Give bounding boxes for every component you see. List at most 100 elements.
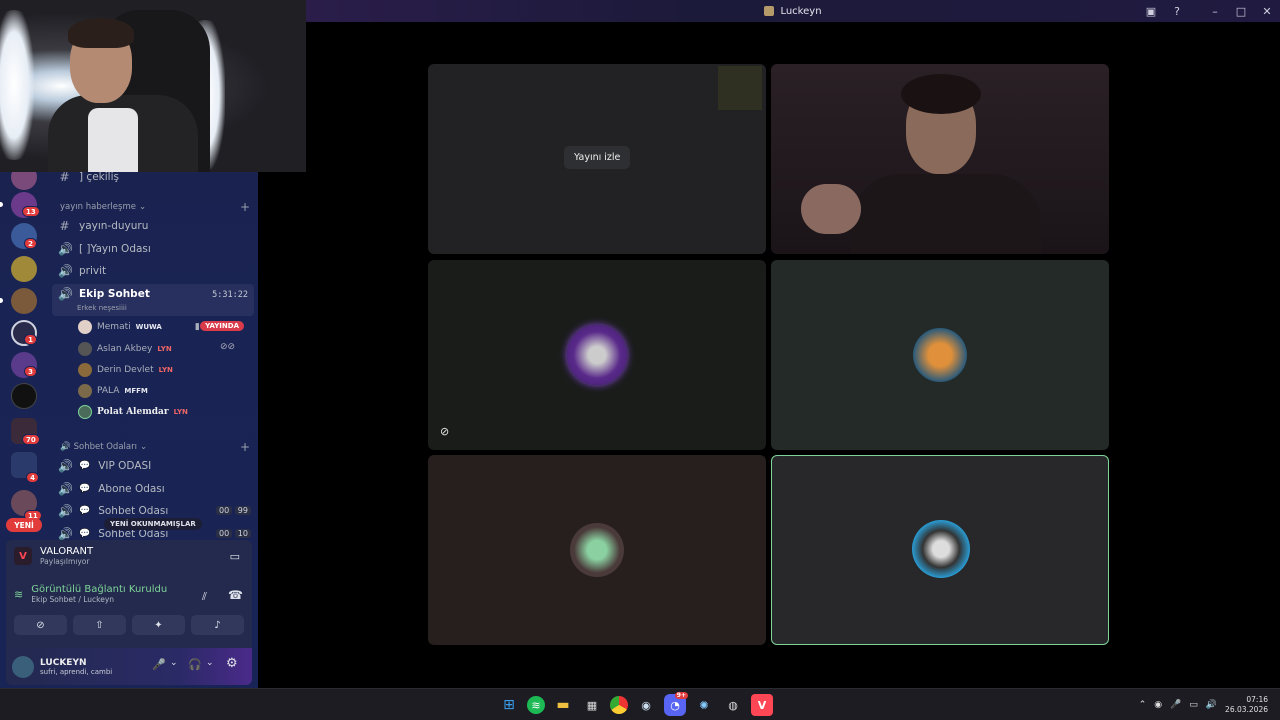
chrome-icon[interactable] xyxy=(610,696,628,714)
signal-icon: ≋ xyxy=(14,587,24,601)
voice-user-name: PALA xyxy=(97,386,120,396)
headphones-icon[interactable]: 🎧 xyxy=(188,658,202,671)
avatar xyxy=(78,363,92,377)
help-icon[interactable]: ? xyxy=(1164,0,1190,22)
system-tray: ⌃ ◉ 🎤 ▭ 🔊 07:16 26.03.2026 xyxy=(1139,689,1268,720)
maximize-icon[interactable]: □ xyxy=(1228,0,1254,22)
steam-icon[interactable]: ◉ xyxy=(635,694,657,716)
discord-icon[interactable]: ◔ 9+ xyxy=(664,692,688,716)
unread-pill xyxy=(0,202,3,207)
steam-tray-icon[interactable]: ◉ xyxy=(1154,700,1162,710)
add-channel-icon[interactable]: + xyxy=(240,440,250,454)
channel-label: [ ]Yayın Odası xyxy=(79,243,151,255)
soundboard-button[interactable]: ♪ xyxy=(191,615,244,635)
channel-vip[interactable]: 🔊 💬 VIP ODASI xyxy=(58,457,253,475)
channel-yayin-odasi[interactable]: 🔊 [ ]Yayın Odası xyxy=(58,240,253,258)
user-status: sufri, aprendi, cambi xyxy=(40,667,113,676)
channel-label: ] çekiliş xyxy=(79,171,119,183)
server-icon[interactable] xyxy=(11,256,37,282)
watch-stream-button[interactable]: Yayını izle xyxy=(564,146,631,169)
add-channel-icon[interactable]: + xyxy=(240,200,250,214)
speaker-icon: 🔊 xyxy=(58,242,73,256)
avatar xyxy=(78,405,92,419)
channel-label: yayın-duyuru xyxy=(79,220,149,232)
avatar xyxy=(78,342,92,356)
app-icon[interactable]: ✺ xyxy=(693,694,715,716)
chat-bubble-icon: 💬 xyxy=(79,484,91,494)
chevron-down-icon: ⌄ xyxy=(139,442,148,452)
connection-channel[interactable]: Ekip Sohbet / Luckeyn xyxy=(31,595,167,604)
avatar xyxy=(570,523,624,577)
clock[interactable]: 07:16 26.03.2026 xyxy=(1225,695,1268,715)
voice-user[interactable]: Derin Devlet LYN xyxy=(78,362,248,378)
channel-yayin-duyuru[interactable]: # yayın-duyuru xyxy=(58,217,253,235)
chevron-down-icon[interactable]: ⌄ xyxy=(170,658,178,668)
start-icon[interactable]: ⊞ xyxy=(498,694,520,716)
hash-icon: # xyxy=(59,219,70,233)
network-icon[interactable]: ▭ xyxy=(1189,700,1198,710)
avatar xyxy=(78,384,92,398)
gear-icon[interactable]: ⚙ xyxy=(226,656,238,671)
channel-label: Sohbet Odası xyxy=(98,505,169,517)
video-tile-stream[interactable]: Yayını izle xyxy=(428,64,766,254)
spotify-icon[interactable]: ≋ xyxy=(527,696,545,714)
user-count: 00 10 xyxy=(216,529,251,538)
camera-off-icon: ⊘ xyxy=(440,425,450,438)
video-tile-user[interactable] xyxy=(771,260,1109,450)
noise-suppression-icon[interactable]: ⫽ xyxy=(202,590,207,604)
video-tile-user[interactable]: ⊘ xyxy=(428,260,766,450)
server-icon[interactable] xyxy=(11,383,37,409)
channel-label: Ekip Sohbet xyxy=(79,288,150,300)
speaker-icon: 🔊 xyxy=(58,482,73,496)
server-badge: 1 xyxy=(24,334,37,345)
speaker-icon: 🔊 xyxy=(58,287,73,301)
video-tile-camera[interactable] xyxy=(771,64,1109,254)
volume-icon[interactable]: 🔊 xyxy=(1206,700,1217,710)
call-controls: ⊘ ⇧ ✦ ♪ xyxy=(14,615,244,635)
video-tile-user[interactable] xyxy=(771,455,1109,645)
activity-sub: Paylaşılmıyor xyxy=(40,557,90,566)
disconnect-icon[interactable]: ☎ xyxy=(228,588,243,602)
minimize-icon[interactable]: – xyxy=(1202,0,1228,22)
new-messages-pill[interactable]: YENİ xyxy=(6,518,42,532)
category-stream[interactable]: yayın haberleşme ⌄ xyxy=(60,202,146,212)
username: LUCKEYN xyxy=(40,657,87,668)
avatar xyxy=(78,320,92,334)
video-grid: Yayını izle ⊘ xyxy=(306,22,1280,688)
unread-indicator[interactable]: YENİ OKUNMAMIŞLAR xyxy=(104,518,202,530)
close-icon[interactable]: ✕ xyxy=(1254,0,1280,22)
store-icon[interactable]: ▦ xyxy=(581,694,603,716)
chevron-up-icon[interactable]: ⌃ xyxy=(1139,700,1147,710)
activities-button[interactable]: ✦ xyxy=(132,615,185,635)
channel-privit[interactable]: 🔊 privit xyxy=(58,262,253,280)
valorant-icon[interactable]: V xyxy=(751,694,773,716)
channel-label: VIP ODASI xyxy=(98,460,152,472)
video-tile-user[interactable] xyxy=(428,455,766,645)
server-badge: 3 xyxy=(24,366,37,377)
screen-share-button[interactable]: ⇧ xyxy=(73,615,126,635)
speaker-icon: 🔊 xyxy=(58,459,73,473)
user-tag: LYN xyxy=(157,345,172,353)
channel-label: Abone Odası xyxy=(98,483,165,495)
folder-icon[interactable]: ▬ xyxy=(552,694,574,716)
taskbar: ⊞ ≋ ▬ ▦ ◉ ◔ 9+ ✺ ◍ V ⌃ ◉ 🎤 ▭ 🔊 07:16 26.0… xyxy=(0,688,1280,720)
app-icon[interactable]: ◍ xyxy=(722,694,744,716)
server-icon[interactable] xyxy=(11,288,37,314)
screen-share-icon[interactable]: ▣ xyxy=(1138,0,1164,22)
voice-user[interactable]: Polat Alemdar LYN xyxy=(78,404,248,420)
user-tag: WUWA xyxy=(135,323,162,331)
valorant-icon: V xyxy=(14,547,32,565)
share-screen-icon[interactable]: ▭ xyxy=(230,550,240,563)
camera-off-button[interactable]: ⊘ xyxy=(14,615,67,635)
mic-icon[interactable]: 🎤 xyxy=(1170,700,1181,710)
channel-label: privit xyxy=(79,265,107,277)
chat-bubble-icon: 💬 xyxy=(79,461,91,471)
user-tag: LYN xyxy=(158,366,173,374)
voice-user[interactable]: PALA MFFM xyxy=(78,383,248,399)
chevron-down-icon[interactable]: ⌄ xyxy=(206,658,214,668)
speaker-icon: 🔊 xyxy=(58,264,73,278)
avatar[interactable] xyxy=(12,655,34,678)
mic-icon[interactable]: 🎤 xyxy=(152,658,166,671)
category-chat[interactable]: 🔊 Sohbet Odaları ⌄ xyxy=(60,442,147,452)
channel-abone[interactable]: 🔊 💬 Abone Odası xyxy=(58,480,253,498)
